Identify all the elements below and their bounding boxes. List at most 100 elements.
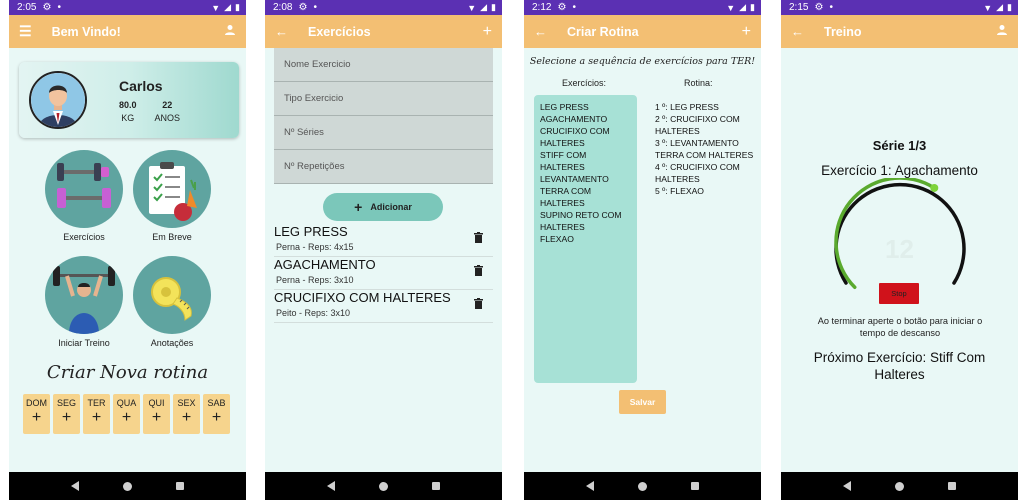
home-nav-icon[interactable] [123,481,132,491]
selectable-exercise[interactable]: FLEXAO [540,233,631,245]
routine-entry: 1 º: LEG PRESS [655,102,719,112]
day-button-seg[interactable]: SEG + [53,394,80,434]
selectable-exercise[interactable]: SUPINO RETO COM HALTERES [540,209,631,233]
exercicios-button[interactable] [45,150,123,228]
day-button-sab[interactable]: SAB + [203,394,230,434]
back-nav-icon[interactable] [327,481,335,491]
wifi-icon: ▼ [726,2,736,13]
selectable-exercise[interactable]: LEVANTAMENTO TERRA COM HALTERES [540,173,631,209]
gauge-progress [834,178,937,290]
trash-icon[interactable] [474,296,483,314]
recent-apps-icon[interactable] [432,482,440,490]
home-screen: 2:05 ⚙ • ▼ ◢ ▮ ☰ Bem Vindo! Carlos 80.0 … [9,0,246,500]
home-nav-icon[interactable] [638,481,647,491]
status-time: 2:08 [273,2,293,13]
profile-icon[interactable] [996,24,1008,39]
wifi-icon: ▼ [983,2,993,13]
create-routine-title: Criar Nova rotina [46,362,209,383]
adicionar-button[interactable]: + Adicionar [323,193,443,221]
app-bar: ← Exercícios + [265,15,502,48]
exercise-name: LEG PRESS [274,224,348,239]
app-bar: ← Treino [781,15,1018,48]
gauge-knob[interactable] [930,183,939,192]
day-label: QUA [116,398,137,408]
home-nav-icon[interactable] [895,481,904,491]
profile-icon[interactable] [224,24,236,39]
selectable-exercise[interactable]: STIFF COM HALTERES [540,149,631,173]
nome-exercicio-field[interactable]: Nome Exercicio [274,48,493,82]
weightlifter-icon [53,266,115,334]
selectable-exercise[interactable]: LEG PRESS [540,101,631,113]
exercise-form: Nome Exercicio Tipo Exercicio Nº Séries … [274,48,493,184]
add-icon[interactable]: + [742,23,751,41]
weight-unit: KG [121,113,135,123]
recent-apps-icon[interactable] [691,482,699,490]
status-time: 2:12 [532,2,552,13]
profile-card[interactable]: Carlos 80.0 KG 22 ANOS [19,62,239,138]
clipboard-food-icon [149,162,197,221]
routine-entry: 4 º: CRUCIFIXO COM HALTERES [655,162,740,184]
day-button-sex[interactable]: SEX + [173,394,200,434]
repeticoes-field[interactable]: Nº Repetições [274,150,493,184]
adicionar-label: Adicionar [370,202,412,212]
series-field[interactable]: Nº Séries [274,116,493,150]
system-nav-bar [265,472,502,500]
menu-icon[interactable]: ☰ [19,23,32,40]
notification-dot-icon: • [829,2,833,13]
tipo-exercicio-field[interactable]: Tipo Exercicio [274,82,493,116]
list-item[interactable]: CRUCIFIXO COM HALTERES Peito - Reps: 3x1… [274,290,493,323]
page-title: Bem Vindo! [51,24,121,39]
stop-button[interactable]: Stop [879,283,919,304]
iniciar-treino-label: Iniciar Treino [58,338,110,348]
signal-icon: ◢ [739,2,747,12]
status-bar: 2:15 ⚙ • ▼ ◢ ▮ [781,0,1018,15]
status-time: 2:15 [789,2,809,13]
back-nav-icon[interactable] [586,481,594,491]
trash-icon[interactable] [474,263,483,281]
status-time: 2:05 [17,2,37,13]
day-button-qui[interactable]: QUI + [143,394,170,434]
recent-apps-icon[interactable] [948,482,956,490]
dumbbells-icon [57,163,111,208]
back-arrow-icon[interactable]: ← [534,24,547,39]
em-breve-button[interactable] [133,150,211,228]
anotacoes-button[interactable] [133,256,211,334]
day-label: DOM [26,398,47,408]
selectable-exercise[interactable]: AGACHAMENTO [540,113,631,125]
exercicios-screen: 2:08 ⚙ • ▼ ◢ ▮ ← Exercícios + Nome Exerc… [265,0,502,500]
battery-icon: ▮ [491,2,496,12]
battery-icon: ▮ [750,2,755,12]
iniciar-treino-button[interactable] [45,256,123,334]
back-nav-icon[interactable] [71,481,79,491]
plus-icon: + [121,409,132,426]
age-value: 22 [162,100,173,110]
list-item[interactable]: AGACHAMENTO Perna - Reps: 3x10 [274,257,493,290]
weight-stat: 80.0 KG [119,100,137,123]
day-button-dom[interactable]: DOM + [23,394,50,434]
day-button-qua[interactable]: QUA + [113,394,140,434]
add-icon[interactable]: + [483,23,492,41]
rep-counter: 12 [885,234,914,264]
app-bar: ☰ Bem Vindo! [9,15,246,48]
back-nav-icon[interactable] [843,481,851,491]
list-item[interactable]: LEG PRESS Perna - Reps: 4x15 [274,224,493,257]
notification-dot-icon: • [572,2,576,13]
selectable-exercise[interactable]: CRUCIFIXO COM HALTERES [540,125,631,149]
routine-entry: 2 º: CRUCIFIXO COM HALTERES [655,114,740,136]
wifi-icon: ▼ [211,2,221,13]
back-arrow-icon[interactable]: ← [791,24,804,39]
day-label: SEX [177,398,196,408]
back-arrow-icon[interactable]: ← [275,24,288,39]
trash-icon[interactable] [474,230,483,248]
signal-icon: ◢ [224,2,232,12]
home-nav-icon[interactable] [379,481,388,491]
settings-status-icon: ⚙ [557,2,567,13]
day-button-ter[interactable]: TER + [83,394,110,434]
plus-icon: + [151,409,162,426]
recent-apps-icon[interactable] [176,482,184,490]
current-exercise-label: Exercício 1: Agachamento [821,163,978,178]
age-unit: ANOS [154,113,181,123]
salvar-button[interactable]: Salvar [619,390,666,414]
signal-icon: ◢ [480,2,488,12]
next-exercise-label: Próximo Exercício: Stiff Com Halteres [813,350,986,382]
